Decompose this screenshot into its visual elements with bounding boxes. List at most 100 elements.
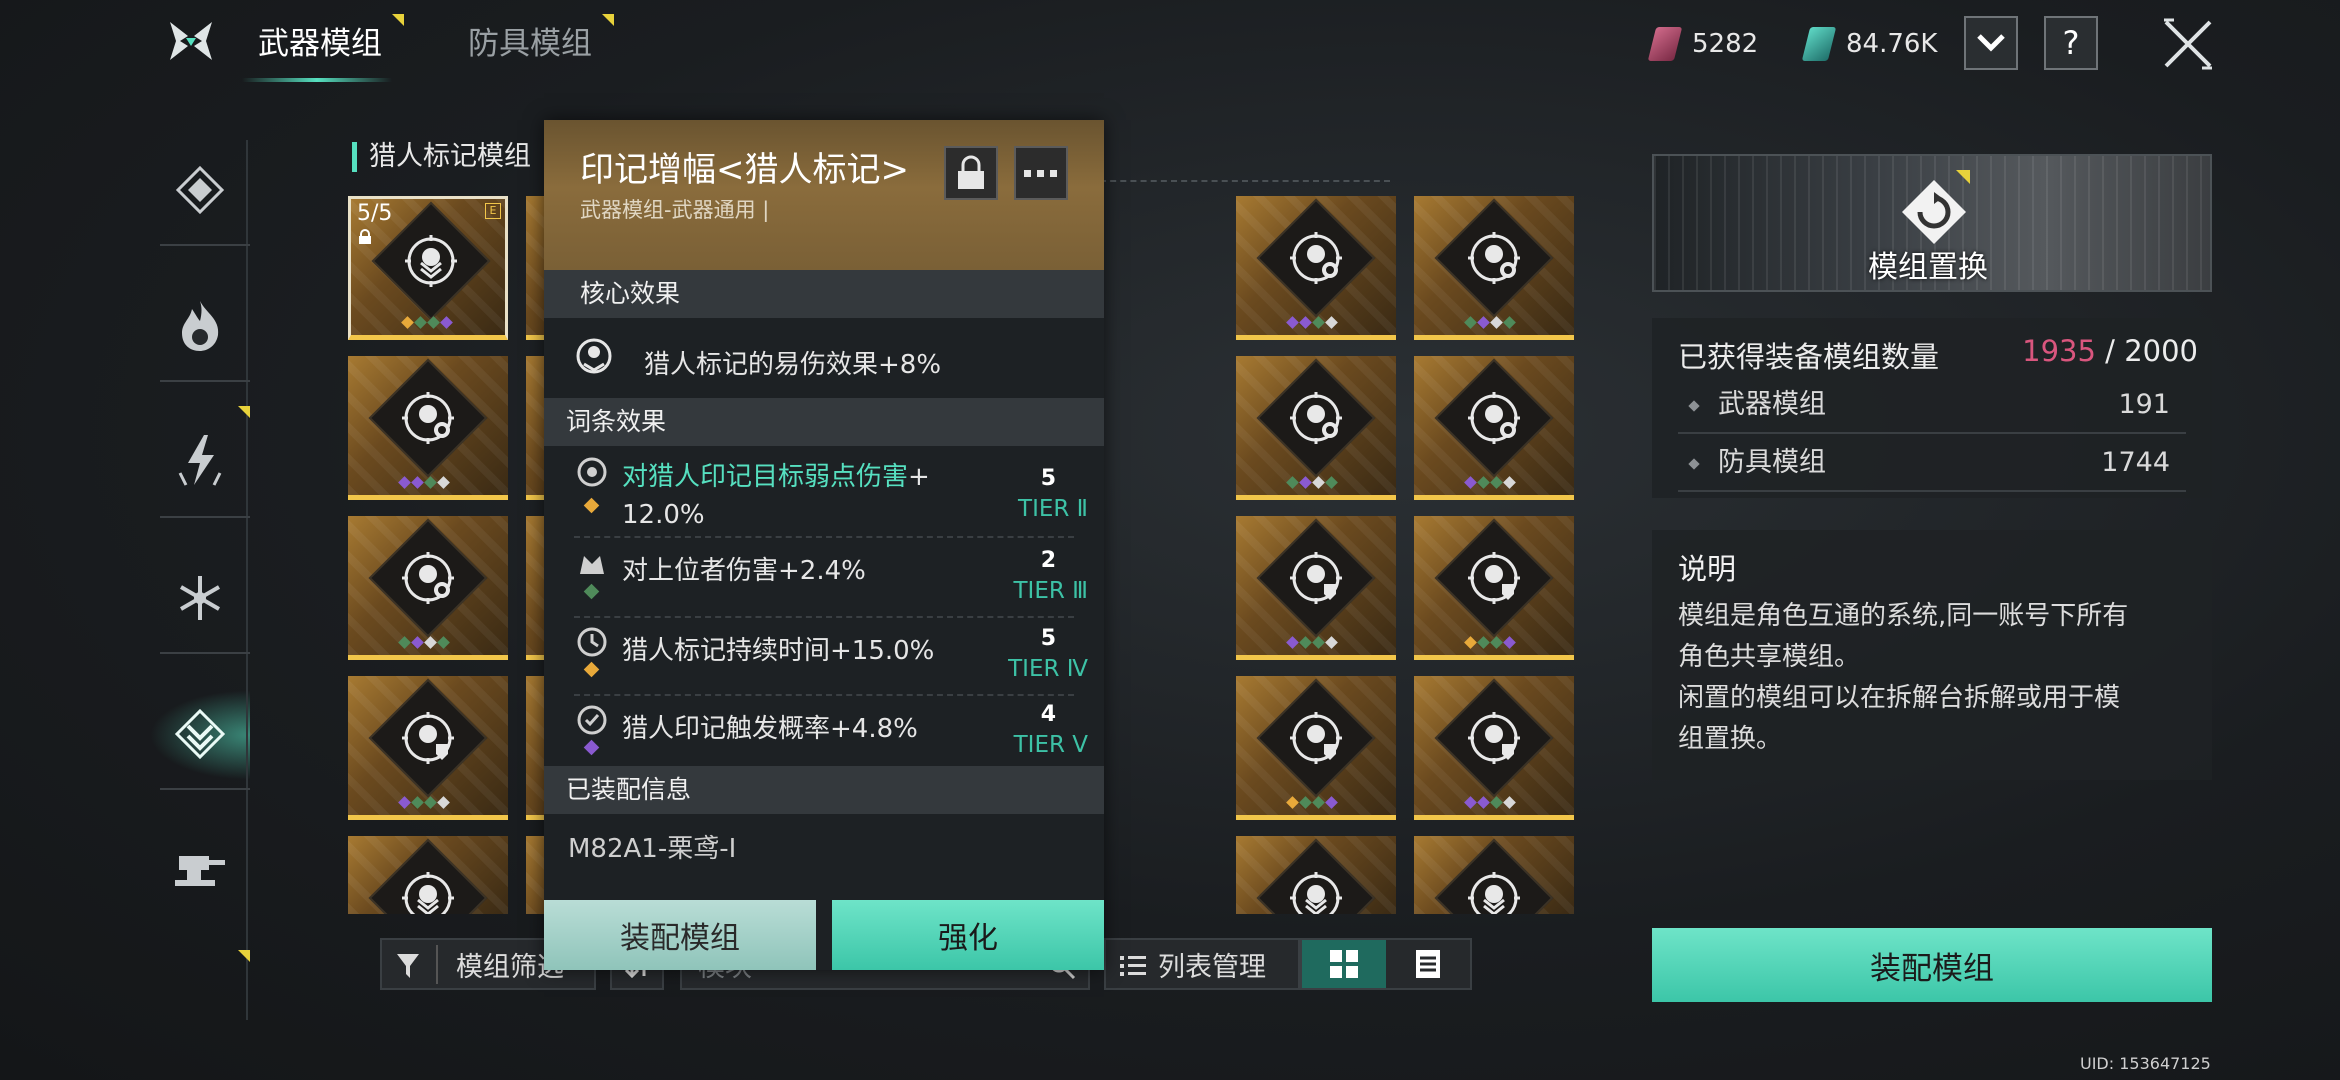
rarity-gem-icon — [437, 636, 450, 649]
more-options-button[interactable] — [1014, 146, 1068, 200]
affix-level: 5 — [1040, 626, 1056, 651]
chevron-emblem-icon — [402, 872, 454, 914]
rarity-gem-icon — [411, 636, 424, 649]
list-manage-label: 列表管理 — [1158, 951, 1266, 983]
rarity-gem-icon — [1464, 316, 1477, 329]
turret-icon — [175, 856, 225, 886]
currency-teal-value: 84.76K — [1846, 29, 1938, 59]
weapon-count-value: 191 — [2118, 389, 2170, 420]
grid-view-icon — [1330, 950, 1358, 978]
currency-teal[interactable]: 84.76K — [1801, 24, 1938, 64]
module-card[interactable] — [1236, 516, 1396, 660]
module-card[interactable] — [1414, 676, 1574, 820]
rarity-gem-icon — [1503, 476, 1516, 489]
core-effect-text: 猎人标记的易伤效果+8% — [644, 350, 942, 380]
currency-pink-value: 5282 — [1692, 29, 1759, 59]
rarity-gem-icon — [1286, 476, 1299, 489]
close-icon[interactable] — [2160, 16, 2216, 72]
target-emblem-icon — [1290, 232, 1342, 284]
module-card[interactable] — [1236, 196, 1396, 340]
module-card[interactable] — [348, 356, 508, 500]
card-rarity-dots — [1464, 796, 1516, 809]
lightning-icon — [178, 435, 222, 486]
filter-icon — [397, 954, 419, 978]
rarity-gem-icon — [1299, 636, 1312, 649]
description-line: 角色共享模组。 — [1678, 642, 1861, 672]
equipped-badge: E — [485, 203, 501, 219]
currency-pink[interactable]: 5282 — [1647, 24, 1759, 64]
rarity-gem-icon — [440, 316, 453, 329]
sidebar-divider — [160, 788, 250, 790]
module-card[interactable] — [348, 836, 508, 914]
module-stats-panel: 已获得装备模组数量 1935 / 2000 武器模组 191 防具模组 1744 — [1652, 318, 2212, 498]
snowflake-icon — [179, 576, 221, 620]
description-line: 闲置的模组可以在拆解台拆解或用于模 — [1678, 683, 2121, 713]
rarity-gem-icon — [1477, 476, 1490, 489]
core-effect-header: 核心效果 — [544, 270, 1104, 318]
weapon-count-row: 武器模组 191 — [1678, 376, 2186, 434]
armor-count-row: 防具模组 1744 — [1678, 434, 2186, 492]
sidebar-item-lightning[interactable] — [170, 430, 230, 490]
rarity-gem-icon — [398, 796, 411, 809]
rarity-gem-icon — [411, 476, 424, 489]
exchange-icon — [1902, 180, 1966, 244]
module-card[interactable] — [348, 516, 508, 660]
module-exchange-banner[interactable]: 模组置换 — [1652, 154, 2212, 292]
module-card[interactable] — [1414, 516, 1574, 660]
view-toggle[interactable] — [1300, 938, 1472, 990]
rarity-gem-icon — [424, 636, 437, 649]
rarity-gem-icon — [437, 476, 450, 489]
affix-gem-icon — [583, 497, 600, 514]
popup-title: 印记增幅<猎人标记> — [580, 150, 909, 190]
rarity-gem-icon — [1325, 796, 1338, 809]
armor-count-label: 防具模组 — [1718, 447, 1826, 478]
rarity-gem-icon — [1299, 796, 1312, 809]
enhance-button[interactable]: 强化 — [832, 900, 1104, 970]
rarity-gem-icon — [1490, 476, 1503, 489]
sidebar-item-all[interactable] — [170, 160, 230, 220]
grid-view-button[interactable] — [1302, 940, 1386, 988]
popup-equip-button[interactable]: 装配模组 — [544, 900, 816, 970]
sidebar-item-fire[interactable] — [170, 296, 230, 356]
affix-gem-icon — [583, 583, 600, 600]
module-card[interactable] — [1414, 196, 1574, 340]
hunter-mark-icon — [174, 708, 226, 760]
tab-weapon-mods[interactable]: 武器模组 — [258, 14, 404, 66]
help-button[interactable]: ? — [2044, 16, 2098, 70]
module-card[interactable] — [1236, 676, 1396, 820]
tab-armor-mods[interactable]: 防具模组 — [468, 14, 614, 66]
list-view-button[interactable] — [1386, 940, 1470, 988]
rarity-gem-icon — [1286, 636, 1299, 649]
affix-effect-header: 词条效果 — [544, 398, 1104, 446]
affix-row-4: 猎人印记触发概率+4.8% 4 TIER Ⅴ — [544, 702, 1104, 768]
module-card[interactable] — [1236, 836, 1396, 914]
sidebar-item-frost[interactable] — [170, 568, 230, 628]
target-emblem-icon — [1290, 392, 1342, 444]
sidebar-item-hunter-mark[interactable] — [170, 704, 230, 764]
help-icon: ? — [2062, 24, 2080, 62]
rarity-gem-icon — [1464, 796, 1477, 809]
rarity-gem-icon — [1490, 636, 1503, 649]
bullet-icon — [1688, 400, 1700, 412]
affix-divider — [574, 536, 1074, 538]
rarity-gem-icon — [411, 796, 424, 809]
popup-header: 印记增幅<猎人标记> 武器模组-武器通用 | — [544, 120, 1104, 270]
module-card[interactable] — [1414, 836, 1574, 914]
affix-tier: TIER Ⅴ — [1013, 732, 1088, 758]
section-title: 猎人标记模组 — [352, 142, 531, 172]
sidebar-item-turret[interactable] — [170, 840, 230, 900]
card-rarity-dots — [1464, 316, 1516, 329]
module-card[interactable] — [1236, 356, 1396, 500]
equip-module-button[interactable]: 装配模组 — [1652, 928, 2212, 1002]
rarity-gem-icon — [424, 796, 437, 809]
rarity-gem-icon — [414, 316, 427, 329]
dropdown-button[interactable] — [1964, 16, 2018, 70]
module-card[interactable] — [1414, 356, 1574, 500]
module-card-selected[interactable]: 5/5 E — [348, 196, 508, 340]
popup-subtitle: 武器模组-武器通用 | — [580, 198, 770, 222]
affix-text: 对猎人印记目标弱点伤害+ 12.0% — [622, 462, 930, 530]
rarity-gem-icon — [1312, 796, 1325, 809]
lock-button[interactable] — [944, 146, 998, 200]
list-manage-button[interactable]: 列表管理 — [1104, 938, 1300, 990]
module-card[interactable] — [348, 676, 508, 820]
